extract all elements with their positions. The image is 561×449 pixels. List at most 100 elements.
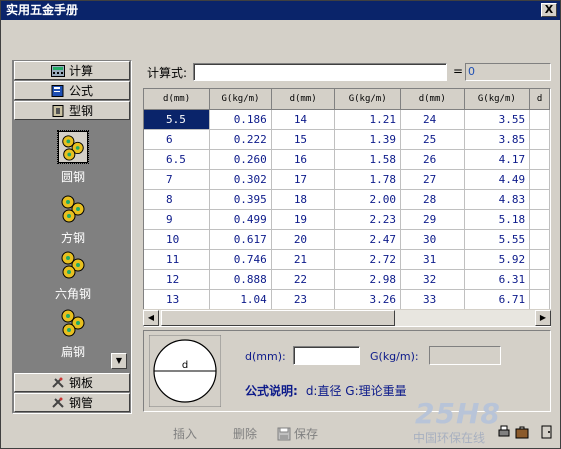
sidebar-scroll-down-button[interactable]: ▼ <box>111 353 127 369</box>
table-cell[interactable]: 15 <box>271 129 336 150</box>
column-header[interactable]: d(mm) <box>271 89 336 110</box>
table-cell[interactable]: 5.5 <box>144 109 211 130</box>
horizontal-scrollbar[interactable]: ◀ ▶ <box>143 309 551 326</box>
table-cell[interactable]: 17 <box>271 169 336 190</box>
table-cell[interactable]: 0.888 <box>209 269 272 290</box>
table-row[interactable]: 6 0.222 15 1.39 25 3.85 <box>144 129 550 150</box>
table-cell[interactable]: 2.98 <box>334 269 401 290</box>
table-cell[interactable] <box>529 169 550 190</box>
column-header[interactable]: G(kg/m) <box>334 89 401 110</box>
table-cell[interactable]: 2.23 <box>334 209 401 230</box>
table-cell[interactable] <box>529 249 550 270</box>
sidebar-item-square-steel[interactable]: 方钢 <box>43 192 103 246</box>
table-cell[interactable]: 2.72 <box>334 249 401 270</box>
table-cell[interactable] <box>529 109 550 130</box>
table-cell[interactable]: 19 <box>271 209 336 230</box>
table-cell[interactable]: 6.71 <box>464 289 531 310</box>
sidebar-cat-section-steel[interactable]: 型钢 <box>14 101 130 120</box>
diameter-input[interactable] <box>293 346 360 365</box>
table-cell[interactable]: 12 <box>144 269 211 290</box>
table-cell[interactable]: 0.222 <box>209 129 272 150</box>
exit-door-icon[interactable] <box>539 425 553 439</box>
table-cell[interactable]: 10 <box>144 229 211 250</box>
table-cell[interactable]: 2.47 <box>334 229 401 250</box>
column-header[interactable]: d(mm) <box>144 89 211 110</box>
table-cell[interactable]: 0.186 <box>209 109 272 130</box>
table-cell[interactable]: 1.78 <box>334 169 401 190</box>
table-row[interactable]: 12 0.888 22 2.98 32 6.31 <box>144 269 550 290</box>
table-cell[interactable]: 6.5 <box>144 149 211 170</box>
table-cell[interactable]: 24 <box>400 109 465 130</box>
table-cell[interactable]: 11 <box>144 249 211 270</box>
table-cell[interactable]: 18 <box>271 189 336 210</box>
table-row[interactable]: 13 1.04 23 3.26 33 6.71 <box>144 289 550 310</box>
table-cell[interactable]: 9 <box>144 209 211 230</box>
sidebar-item-round-steel[interactable]: 圆钢 <box>43 130 103 185</box>
table-cell[interactable]: 29 <box>400 209 465 230</box>
table-row[interactable]: 10 0.617 20 2.47 30 5.55 <box>144 229 550 250</box>
sidebar-item-flat-steel[interactable]: 扁钢 <box>43 306 103 360</box>
table-cell[interactable]: 6 <box>144 129 211 150</box>
close-button[interactable]: X <box>541 3 557 17</box>
table-cell[interactable]: 27 <box>400 169 465 190</box>
table-cell[interactable]: 1.04 <box>209 289 272 310</box>
table-cell[interactable]: 2.00 <box>334 189 401 210</box>
column-header[interactable]: d <box>529 89 550 110</box>
table-cell[interactable]: 33 <box>400 289 465 310</box>
table-cell[interactable]: 6.31 <box>464 269 531 290</box>
table-cell[interactable]: 0.746 <box>209 249 272 270</box>
table-cell[interactable]: 32 <box>400 269 465 290</box>
table-cell[interactable]: 5.55 <box>464 229 531 250</box>
table-cell[interactable]: 28 <box>400 189 465 210</box>
table-cell[interactable]: 8 <box>144 189 211 210</box>
table-cell[interactable] <box>529 129 550 150</box>
sidebar-cat-steel-plate[interactable]: 钢板 <box>14 373 130 392</box>
table-cell[interactable]: 23 <box>271 289 336 310</box>
column-header[interactable]: G(kg/m) <box>209 89 272 110</box>
table-cell[interactable]: 25 <box>400 129 465 150</box>
table-cell[interactable]: 1.58 <box>334 149 401 170</box>
table-row[interactable]: 9 0.499 19 2.23 29 5.18 <box>144 209 550 230</box>
table-cell[interactable] <box>529 269 550 290</box>
table-cell[interactable]: 5.92 <box>464 249 531 270</box>
table-cell[interactable]: 1.39 <box>334 129 401 150</box>
table-cell[interactable]: 0.395 <box>209 189 272 210</box>
table-cell[interactable]: 7 <box>144 169 211 190</box>
table-cell[interactable]: 3.55 <box>464 109 531 130</box>
table-row[interactable]: 6.5 0.260 16 1.58 26 4.17 <box>144 149 550 170</box>
scrollbar-thumb[interactable] <box>161 310 395 326</box>
table-cell[interactable]: 22 <box>271 269 336 290</box>
table-cell[interactable]: 0.499 <box>209 209 272 230</box>
data-grid[interactable]: d(mm) G(kg/m) d(mm) G(kg/m) d(mm) G(kg/m… <box>143 88 551 327</box>
table-cell[interactable] <box>529 229 550 250</box>
table-cell[interactable] <box>529 189 550 210</box>
table-cell[interactable]: 3.85 <box>464 129 531 150</box>
table-row[interactable]: 7 0.302 17 1.78 27 4.49 <box>144 169 550 190</box>
delete-button[interactable]: 删除 <box>233 425 257 442</box>
table-cell[interactable]: 21 <box>271 249 336 270</box>
briefcase-icon[interactable] <box>515 425 529 439</box>
sidebar-cat-steel-pipe[interactable]: 钢管 <box>14 393 130 412</box>
sidebar-item-hex-steel[interactable]: 六角钢 <box>43 248 103 302</box>
table-cell[interactable]: 1.21 <box>334 109 401 130</box>
table-cell[interactable]: 0.302 <box>209 169 272 190</box>
table-cell[interactable] <box>529 289 550 310</box>
table-cell[interactable]: 0.260 <box>209 149 272 170</box>
table-cell[interactable] <box>529 149 550 170</box>
table-row[interactable]: 8 0.395 18 2.00 28 4.83 <box>144 189 550 210</box>
scroll-left-button[interactable]: ◀ <box>143 310 159 326</box>
insert-button[interactable]: 插入 <box>173 425 197 442</box>
table-cell[interactable]: 13 <box>144 289 211 310</box>
formula-input[interactable] <box>193 63 447 81</box>
column-header[interactable]: G(kg/m) <box>464 89 531 110</box>
table-cell[interactable]: 31 <box>400 249 465 270</box>
table-cell[interactable]: 14 <box>271 109 336 130</box>
table-cell[interactable]: 3.26 <box>334 289 401 310</box>
sidebar-cat-formula[interactable]: 公式 <box>14 81 130 100</box>
table-cell[interactable]: 20 <box>271 229 336 250</box>
table-cell[interactable]: 26 <box>400 149 465 170</box>
print-icon[interactable] <box>497 425 511 439</box>
table-cell[interactable]: 5.18 <box>464 209 531 230</box>
sidebar-cat-calc[interactable]: 计算 <box>14 61 130 80</box>
save-button[interactable]: 保存 <box>277 425 318 442</box>
